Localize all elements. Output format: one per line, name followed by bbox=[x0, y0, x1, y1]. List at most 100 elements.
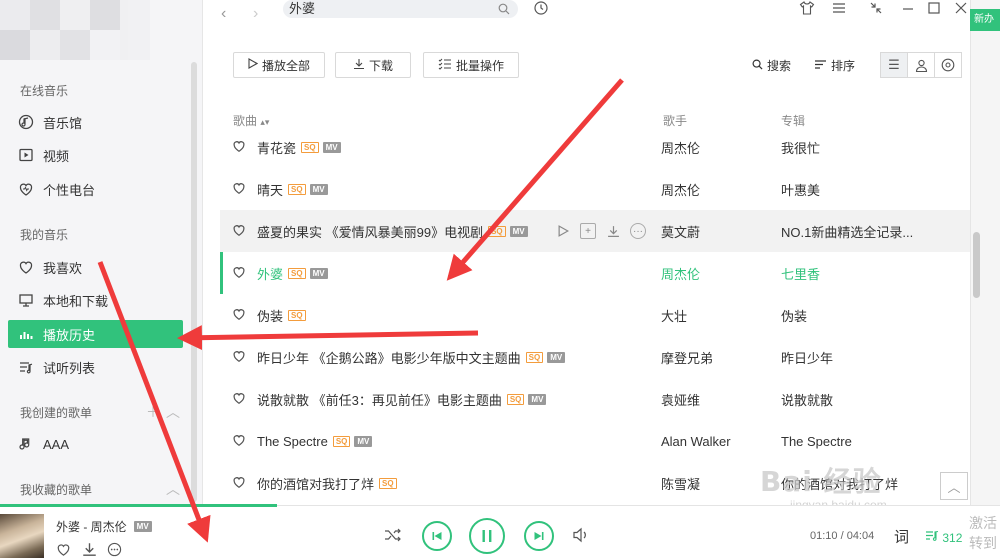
download-button[interactable]: 下载 bbox=[335, 52, 411, 78]
mv-badge[interactable]: MV bbox=[547, 351, 566, 363]
download-icon[interactable] bbox=[605, 223, 621, 239]
mv-badge[interactable]: MV bbox=[133, 521, 152, 532]
blurred-avatar[interactable] bbox=[0, 0, 150, 60]
album-name[interactable]: The Spectre bbox=[781, 434, 852, 449]
more-icon[interactable]: ··· bbox=[630, 223, 646, 239]
singer-name[interactable]: 陈雪凝 bbox=[661, 474, 700, 493]
song-title[interactable]: 昨日少年 《企鹅公路》电影少年版中文主题曲 SQ MV bbox=[257, 348, 566, 367]
album-name[interactable]: 昨日少年 bbox=[781, 348, 833, 367]
heart-icon[interactable] bbox=[232, 265, 246, 282]
batch-operation-button[interactable]: 批量操作 bbox=[423, 52, 519, 78]
singer-name[interactable]: 莫文蔚 bbox=[661, 222, 700, 241]
table-row[interactable]: 昨日少年 《企鹅公路》电影少年版中文主题曲 SQ MV 摩登兄弟 昨日少年 bbox=[220, 336, 970, 378]
volume-icon[interactable] bbox=[572, 527, 590, 543]
singer-name[interactable]: 周杰伦 bbox=[661, 264, 700, 283]
sidebar-item-music-hall[interactable]: 音乐馆 bbox=[8, 108, 183, 136]
mv-badge[interactable]: MV bbox=[528, 393, 547, 405]
album-name[interactable]: 说散就散 bbox=[781, 390, 833, 409]
search-icon[interactable] bbox=[498, 2, 510, 20]
sidebar-item-play-history[interactable]: 播放历史 bbox=[8, 320, 183, 348]
lyric-button[interactable]: 词 bbox=[894, 526, 909, 547]
song-title[interactable]: The Spectre SQ MV bbox=[257, 434, 373, 449]
menu-icon[interactable] bbox=[831, 0, 847, 20]
forward-arrow-icon[interactable]: › bbox=[253, 5, 258, 23]
album-name[interactable]: 叶惠美 bbox=[781, 180, 820, 199]
singer-view-icon[interactable] bbox=[908, 53, 935, 77]
shuffle-icon[interactable] bbox=[384, 528, 402, 542]
sidebar-item-video[interactable]: 视频 bbox=[8, 141, 183, 169]
search-input[interactable]: 外婆 bbox=[283, 0, 518, 18]
now-playing-title[interactable]: 外婆 - 周杰伦 MV bbox=[56, 518, 152, 535]
play-all-button[interactable]: 播放全部 bbox=[233, 52, 325, 78]
collapse-chevron-icon[interactable]: ︿ bbox=[166, 402, 180, 422]
heart-icon[interactable] bbox=[232, 139, 246, 156]
play-queue-button[interactable]: 312 bbox=[925, 530, 962, 545]
song-title[interactable]: 盛夏的果实 《爱情风暴美丽99》电视剧 SQ MV bbox=[257, 222, 528, 241]
pause-button[interactable] bbox=[469, 518, 505, 554]
play-icon[interactable] bbox=[555, 223, 571, 239]
table-row[interactable]: 晴天 SQ MV 周杰伦 叶惠美 bbox=[220, 168, 970, 210]
album-view-icon[interactable] bbox=[935, 53, 961, 77]
song-title[interactable]: 你的酒馆对我打了烊 SQ bbox=[257, 474, 397, 493]
sidebar-item-radio[interactable]: 个性电台 bbox=[8, 175, 183, 203]
back-to-top-button[interactable]: ︿ bbox=[940, 472, 968, 500]
collapse-chevron-icon[interactable]: ︿ bbox=[166, 479, 180, 499]
voice-search-icon[interactable] bbox=[533, 0, 549, 20]
sidebar-item-trial-list[interactable]: 试听列表 bbox=[8, 353, 183, 381]
download-icon[interactable] bbox=[82, 542, 97, 560]
table-row[interactable]: 盛夏的果实 《爱情风暴美丽99》电视剧 SQ MV + ··· 莫文蔚 NO.1新曲精选全记… bbox=[220, 210, 970, 252]
table-row[interactable]: 伪装 SQ 大壮 伪装 bbox=[220, 294, 970, 336]
singer-name[interactable]: 袁娅维 bbox=[661, 390, 700, 409]
mv-badge[interactable]: MV bbox=[309, 267, 328, 279]
album-name[interactable]: NO.1新曲精选全记录... bbox=[781, 222, 913, 241]
album-name[interactable]: 我很忙 bbox=[781, 138, 820, 157]
like-heart-icon[interactable] bbox=[56, 542, 71, 560]
song-title[interactable]: 外婆 SQ MV bbox=[257, 264, 328, 283]
album-name[interactable]: 伪装 bbox=[781, 306, 807, 325]
more-icon[interactable] bbox=[107, 542, 122, 560]
song-title[interactable]: 说散就散 《前任3：再见前任》电影主题曲 SQ MV bbox=[257, 390, 547, 409]
album-name[interactable]: 七里香 bbox=[781, 264, 820, 283]
mv-badge[interactable]: MV bbox=[354, 435, 373, 447]
search-in-list-button[interactable]: 搜索 bbox=[752, 57, 791, 74]
playback-progress[interactable] bbox=[0, 504, 277, 507]
sidebar-scrollbar[interactable] bbox=[191, 62, 197, 502]
skin-shirt-icon[interactable] bbox=[799, 0, 815, 20]
heart-icon[interactable] bbox=[232, 391, 246, 408]
heart-icon[interactable] bbox=[232, 223, 246, 240]
sort-button[interactable]: 排序 bbox=[814, 57, 855, 74]
song-title[interactable]: 晴天 SQ MV bbox=[257, 180, 328, 199]
add-playlist-icon[interactable]: ＋ bbox=[146, 402, 160, 422]
singer-name[interactable]: 大壮 bbox=[661, 306, 687, 325]
list-view-icon[interactable]: ☰ bbox=[881, 53, 908, 77]
heart-icon[interactable] bbox=[232, 433, 246, 450]
song-title[interactable]: 伪装 SQ bbox=[257, 306, 306, 325]
mini-mode-icon[interactable] bbox=[868, 0, 884, 20]
table-row[interactable]: The Spectre SQ MV Alan Walker The Spectre bbox=[220, 420, 970, 462]
next-track-button[interactable] bbox=[524, 521, 554, 551]
sidebar-item-local-download[interactable]: 本地和下载 bbox=[8, 286, 183, 314]
table-row[interactable]: 外婆 SQ MV 周杰伦 七里香 bbox=[220, 252, 970, 294]
previous-track-button[interactable] bbox=[422, 521, 452, 551]
back-arrow-icon[interactable]: ‹ bbox=[221, 5, 226, 23]
maximize-icon[interactable] bbox=[926, 0, 942, 20]
song-list-scrollbar[interactable] bbox=[973, 232, 980, 298]
singer-name[interactable]: Alan Walker bbox=[661, 434, 731, 449]
singer-name[interactable]: 周杰伦 bbox=[661, 180, 700, 199]
song-title[interactable]: 青花瓷 SQ MV bbox=[257, 138, 341, 157]
mv-badge[interactable]: MV bbox=[322, 141, 341, 153]
heart-icon[interactable] bbox=[232, 475, 246, 492]
minimize-icon[interactable] bbox=[900, 0, 916, 20]
sidebar-item-playlist-aaa[interactable]: AAA bbox=[8, 430, 183, 458]
album-cover[interactable] bbox=[0, 514, 44, 558]
heart-icon[interactable] bbox=[232, 349, 246, 366]
table-row[interactable]: 说散就散 《前任3：再见前任》电影主题曲 SQ MV 袁娅维 说散就散 bbox=[220, 378, 970, 420]
table-row[interactable]: 青花瓷 SQ MV 周杰伦 我很忙 bbox=[220, 126, 970, 168]
sidebar-item-favorites[interactable]: 我喜欢 bbox=[8, 253, 183, 281]
close-icon[interactable] bbox=[953, 0, 969, 20]
singer-name[interactable]: 周杰伦 bbox=[661, 138, 700, 157]
heart-icon[interactable] bbox=[232, 307, 246, 324]
singer-name[interactable]: 摩登兄弟 bbox=[661, 348, 713, 367]
add-icon[interactable]: + bbox=[580, 223, 596, 239]
mv-badge[interactable]: MV bbox=[509, 225, 528, 237]
